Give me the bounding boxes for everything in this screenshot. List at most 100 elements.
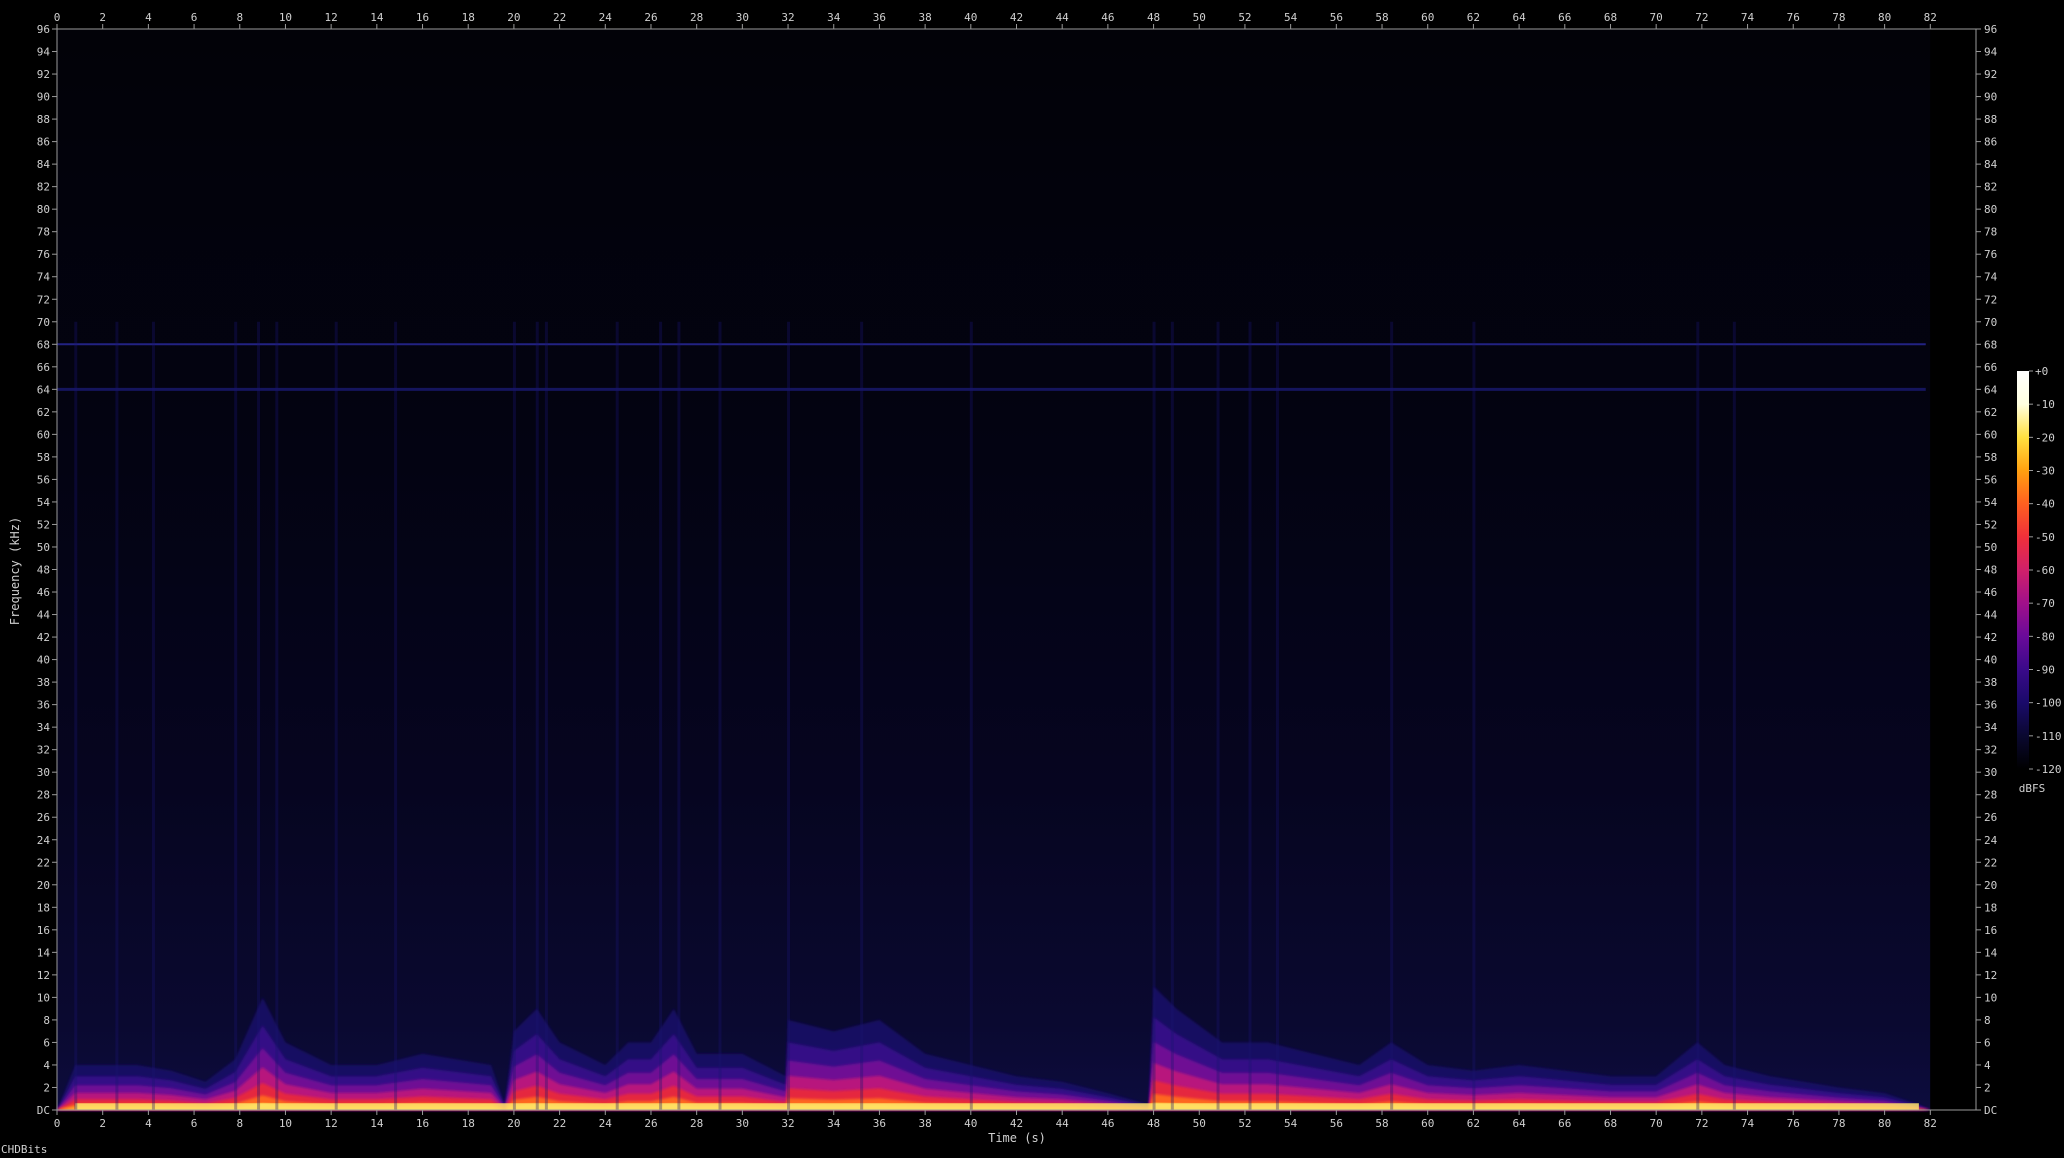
y-ticks-left: DC24681012141618202224262830323436384042…	[37, 23, 57, 1117]
colorbar-legend: +0 -10 -20 -30 -40 -50 -60 -70 -80 -90 -100 -110 -12…	[2017, 365, 2062, 795]
x-tick-label-bottom: 46	[1101, 1117, 1114, 1130]
y-tick-label-right: 86	[1984, 136, 1997, 149]
colorbar-tick-label: -100	[2035, 697, 2062, 710]
x-tick-label-top: 40	[964, 11, 977, 24]
x-tick-label-top: 34	[827, 11, 841, 24]
x-tick-label-top: 32	[781, 11, 794, 24]
x-ticks-bottom: 0 2 4 6 8 10 12 14 16 18 20 22 24 26 28 30 32 34 36 38 40 42 4…	[54, 1110, 1937, 1130]
y-tick-label-right: 46	[1984, 586, 1997, 599]
y-tick-label-right: 58	[1984, 451, 1997, 464]
y-tick-label-left: 60	[37, 428, 50, 441]
y-tick-label-right: 36	[1984, 699, 1997, 712]
y-tick-label-right: 12	[1984, 969, 1997, 982]
x-tick-label-top: 16	[416, 11, 429, 24]
y-tick-label-right: 84	[1984, 158, 1998, 171]
x-tick-label-bottom: 54	[1284, 1117, 1298, 1130]
y-tick-label-right: 96	[1984, 23, 1997, 36]
y-tick-label-left: 88	[37, 113, 50, 126]
y-tick-label-right: 14	[1984, 946, 1998, 959]
x-tick-label-bottom: 68	[1604, 1117, 1617, 1130]
y-tick-label-left: 12	[37, 969, 50, 982]
y-tick-label-left: 50	[37, 541, 50, 554]
onset-streak	[1696, 321, 1700, 1110]
y-tick-label-left: 54	[37, 496, 51, 509]
y-tick-label-right: 78	[1984, 226, 1997, 239]
x-tick-label-top: 52	[1238, 11, 1251, 24]
x-tick-label-top: 14	[370, 11, 384, 24]
y-tick-label-left: 56	[37, 473, 50, 486]
y-tick-label-left: 78	[37, 226, 50, 239]
y-tick-label-left: 42	[37, 631, 50, 644]
y-tick-label-right: 50	[1984, 541, 1997, 554]
x-tick-label-bottom: 48	[1147, 1117, 1160, 1130]
x-axis-label: Time (s)	[988, 1131, 1046, 1145]
x-tick-label-bottom: 74	[1741, 1117, 1755, 1130]
x-tick-label-bottom: 50	[1193, 1117, 1206, 1130]
colorbar-label: dBFS	[2019, 782, 2046, 795]
y-tick-label-left: 62	[37, 406, 50, 419]
colorbar-tick-label: -20	[2035, 431, 2055, 444]
y-tick-label-left: 34	[37, 721, 51, 734]
y-tick-label-right: 72	[1984, 293, 1997, 306]
y-tick-label-right: 76	[1984, 248, 1997, 261]
y-tick-label-right: 90	[1984, 91, 1997, 104]
x-tick-label-top: 44	[1056, 11, 1070, 24]
x-tick-label-top: 20	[507, 11, 520, 24]
y-tick-label-left: 70	[37, 316, 50, 329]
x-tick-label-top: 26	[644, 11, 657, 24]
colorbar-tick-label: -90	[2035, 664, 2055, 677]
y-tick-label-right: 42	[1984, 631, 1997, 644]
x-tick-label-bottom: 52	[1238, 1117, 1251, 1130]
x-tick-label-top: 72	[1695, 11, 1708, 24]
x-tick-label-bottom: 78	[1832, 1117, 1845, 1130]
x-tick-label-top: 36	[873, 11, 886, 24]
y-tick-label-left: 26	[37, 811, 50, 824]
y-tick-label-right: 32	[1984, 744, 1997, 757]
y-tick-label-right: 22	[1984, 856, 1997, 869]
onset-streak	[74, 321, 78, 1110]
onset-streak	[334, 321, 338, 1110]
y-tick-label-left: 44	[37, 609, 51, 622]
colorbar-tick-label: -70	[2035, 597, 2055, 610]
y-tick-label-left: 76	[37, 248, 50, 261]
y-tick-label-left: 32	[37, 744, 50, 757]
x-tick-label-top: 50	[1193, 11, 1206, 24]
x-tick-label-top: 62	[1467, 11, 1480, 24]
y-tick-label-left: 84	[37, 158, 51, 171]
onset-streak	[615, 321, 619, 1110]
onset-streak	[1472, 321, 1476, 1110]
y-tick-label-left: 66	[37, 361, 50, 374]
onset-streak	[394, 321, 398, 1110]
x-tick-label-bottom: 80	[1878, 1117, 1891, 1130]
onset-streak	[257, 321, 261, 1110]
x-tick-label-top: 2	[99, 11, 106, 24]
y-tick-label-right: 56	[1984, 473, 1997, 486]
onset-streak	[1275, 321, 1279, 1110]
y-tick-label-left: 8	[43, 1014, 50, 1027]
y-tick-label-left: 18	[37, 901, 50, 914]
colorbar-tick-label: -50	[2035, 531, 2055, 544]
x-tick-label-top: 8	[236, 11, 243, 24]
onset-streak	[1170, 321, 1174, 1110]
onset-streak	[115, 321, 119, 1110]
x-tick-label-bottom: 6	[191, 1117, 198, 1130]
y-tick-label-right: 80	[1984, 203, 1997, 216]
x-tick-label-top: 42	[1010, 11, 1023, 24]
x-tick-label-top: 80	[1878, 11, 1891, 24]
spectrogram-plot-area	[57, 29, 1976, 1110]
x-tick-label-top: 12	[325, 11, 338, 24]
y-tick-label-left: 86	[37, 136, 50, 149]
y-tick-label-left: 46	[37, 586, 50, 599]
energy-baseline	[75, 1103, 1919, 1110]
x-tick-label-bottom: 66	[1558, 1117, 1571, 1130]
y-tick-label-right: 18	[1984, 901, 1997, 914]
y-axis-label: Frequency (kHz)	[8, 517, 22, 625]
x-tick-label-top: 24	[599, 11, 613, 24]
x-tick-label-bottom: 62	[1467, 1117, 1480, 1130]
y-tick-label-left: 68	[37, 338, 50, 351]
y-tick-label-left: 40	[37, 654, 50, 667]
x-tick-label-bottom: 24	[599, 1117, 613, 1130]
x-tick-label-top: 82	[1924, 11, 1937, 24]
x-tick-label-bottom: 40	[964, 1117, 977, 1130]
x-tick-label-top: 54	[1284, 11, 1298, 24]
